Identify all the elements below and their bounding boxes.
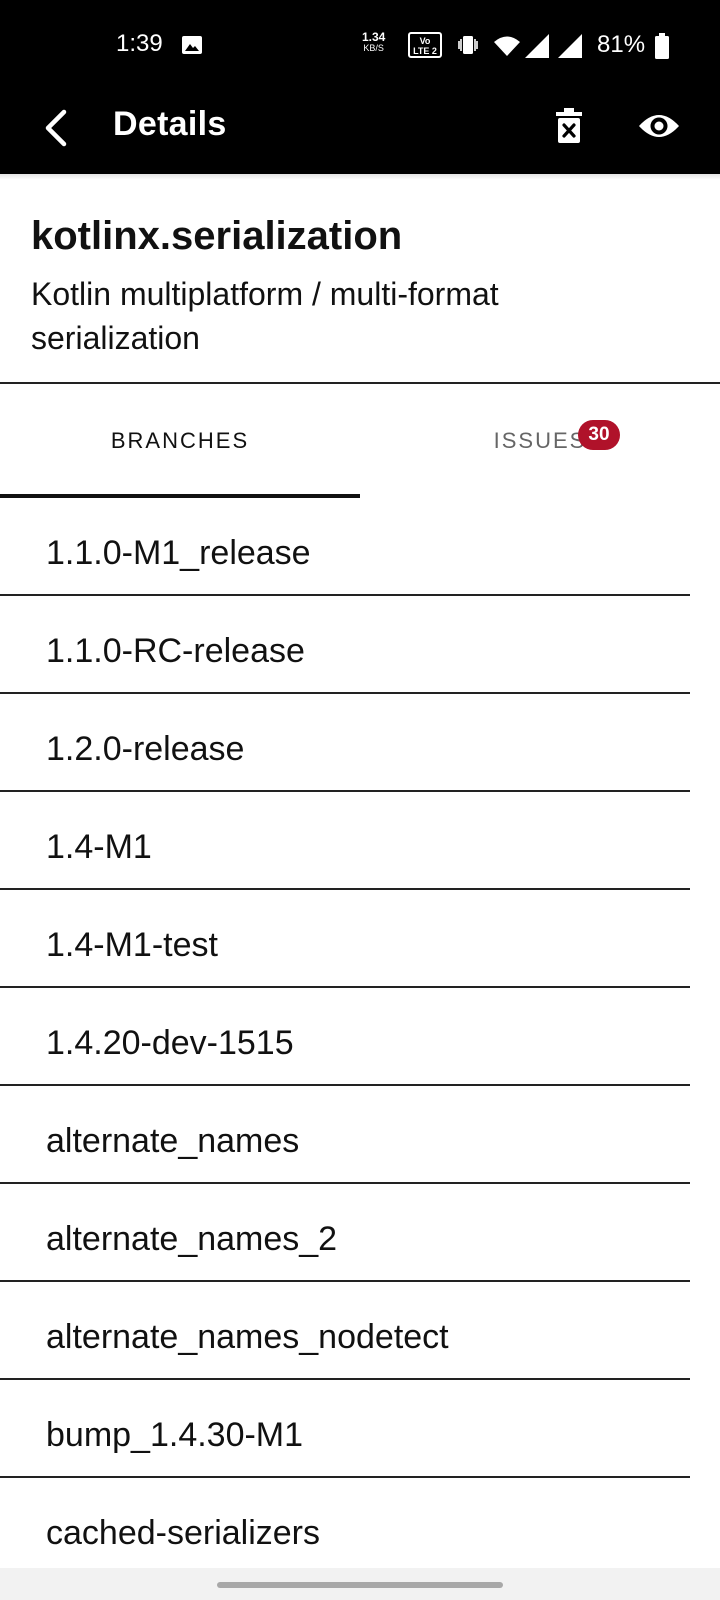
list-item[interactable]: alternate_names_nodetect bbox=[0, 1282, 720, 1380]
list-item[interactable]: 1.1.0-RC-release bbox=[0, 596, 720, 694]
repo-name: kotlinx.serialization bbox=[31, 214, 403, 258]
branch-name: 1.1.0-RC-release bbox=[46, 632, 305, 670]
navigation-bar bbox=[0, 1568, 720, 1600]
vibrate-icon bbox=[458, 36, 478, 54]
list-item[interactable]: 1.4.20-dev-1515 bbox=[0, 988, 720, 1086]
delete-icon bbox=[556, 108, 582, 143]
eye-icon bbox=[639, 115, 679, 137]
wifi-icon bbox=[494, 36, 520, 56]
list-item[interactable]: alternate_names_2 bbox=[0, 1184, 720, 1282]
branch-name: 1.4-M1-test bbox=[46, 926, 218, 964]
battery-percent: 81% bbox=[597, 31, 646, 58]
delete-button[interactable] bbox=[543, 100, 595, 152]
branch-name: 1.1.0-M1_release bbox=[46, 534, 311, 572]
status-bar: 1:39 1.34 KB/S Vo LTE 2 81% bbox=[0, 0, 720, 88]
tab-issues[interactable]: ISSUES bbox=[360, 384, 720, 498]
back-arrow-icon bbox=[45, 109, 67, 147]
watch-button[interactable] bbox=[633, 100, 685, 152]
volte-line2: LTE 2 bbox=[413, 46, 437, 56]
app-bar: Details bbox=[0, 88, 720, 174]
tab-bar: BRANCHES ISSUES 30 bbox=[0, 384, 720, 498]
branch-name: 1.2.0-release bbox=[46, 730, 245, 768]
home-gesture-handle[interactable] bbox=[217, 1582, 503, 1588]
signal-icon bbox=[525, 34, 549, 58]
status-time: 1:39 bbox=[116, 30, 163, 57]
battery-icon bbox=[655, 33, 669, 59]
branch-list: 1.1.0-M1_release 1.1.0-RC-release 1.2.0-… bbox=[0, 498, 720, 1576]
branch-name: bump_1.4.30-M1 bbox=[46, 1416, 304, 1454]
network-speed: 1.34 KB/S bbox=[362, 30, 386, 54]
gallery-icon bbox=[182, 36, 202, 54]
list-item[interactable]: 1.4-M1 bbox=[0, 792, 720, 890]
list-item[interactable]: 1.1.0-M1_release bbox=[0, 498, 720, 596]
signal-icon bbox=[558, 34, 582, 58]
repo-header: kotlinx.serialization Kotlin multiplatfo… bbox=[0, 180, 720, 384]
tab-branches[interactable]: BRANCHES bbox=[0, 384, 360, 498]
list-item[interactable]: 1.4-M1-test bbox=[0, 890, 720, 988]
branch-name: alternate_names_2 bbox=[46, 1220, 338, 1258]
network-speed-value: 1.34 bbox=[362, 30, 386, 44]
back-button[interactable] bbox=[30, 102, 82, 154]
branch-name: cached-serializers bbox=[46, 1514, 320, 1552]
list-item[interactable]: cached-serializers bbox=[0, 1478, 720, 1576]
branch-name: alternate_names bbox=[46, 1122, 300, 1160]
volte-icon: Vo LTE 2 bbox=[408, 32, 442, 58]
branch-name: 1.4-M1 bbox=[46, 828, 152, 866]
network-speed-unit: KB/S bbox=[363, 43, 384, 53]
branch-name: alternate_names_nodetect bbox=[46, 1318, 449, 1356]
issues-count-badge: 30 bbox=[578, 420, 620, 450]
repo-description: Kotlin multiplatform / multi-format seri… bbox=[31, 276, 499, 356]
list-item[interactable]: alternate_names bbox=[0, 1086, 720, 1184]
branch-name: 1.4.20-dev-1515 bbox=[46, 1024, 294, 1062]
list-item[interactable]: 1.2.0-release bbox=[0, 694, 720, 792]
page-title: Details bbox=[113, 105, 227, 143]
list-item[interactable]: bump_1.4.30-M1 bbox=[0, 1380, 720, 1478]
volte-line1: Vo bbox=[419, 36, 431, 46]
